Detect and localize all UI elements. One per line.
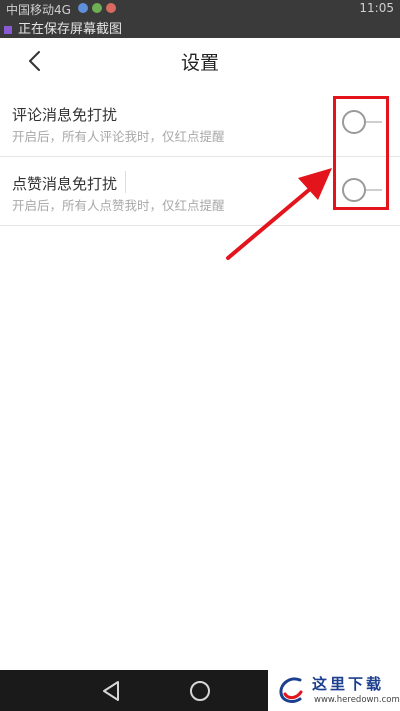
page-title: 设置 [180, 52, 219, 74]
app-notification-icon [78, 3, 88, 13]
app-notification-icon [92, 3, 102, 13]
like-dnd-title: 点赞消息免打扰 [12, 175, 118, 193]
watermark-logo-icon [279, 677, 303, 703]
clock: 11:05 [359, 1, 394, 15]
screenshot-notification-text: 正在保存屏幕截图 [18, 22, 123, 37]
watermark: 这里下载 www.heredown.com [268, 670, 400, 711]
app-notification-icon [106, 3, 116, 13]
watermark-url: www.heredown.com [314, 695, 400, 705]
notification-icons [78, 3, 116, 13]
title-bar: 设置 [0, 38, 400, 84]
comment-dnd-title: 评论消息免打扰 [12, 106, 118, 124]
annotation-highlight-box [333, 96, 389, 210]
status-bar: 中国移动4G 11:05 正在保存屏幕截图 [0, 0, 400, 38]
screenshot-notification[interactable]: 正在保存屏幕截图 [4, 18, 122, 37]
screen: 中国移动4G 11:05 正在保存屏幕截图 设置 评论消息免打扰 开启后，所有人… [0, 0, 400, 711]
comment-dnd-description: 开启后，所有人评论我时，仅红点提醒 [12, 129, 225, 144]
like-dnd-description: 开启后，所有人点赞我时，仅红点提醒 [12, 198, 225, 213]
circle-home-icon[interactable] [188, 679, 212, 703]
carrier-label: 中国移动4G [6, 3, 71, 17]
text-cursor-divider [125, 171, 126, 193]
screenshot-icon [4, 25, 12, 34]
watermark-title: 这里下载 [312, 675, 385, 693]
triangle-back-icon[interactable] [100, 679, 124, 703]
